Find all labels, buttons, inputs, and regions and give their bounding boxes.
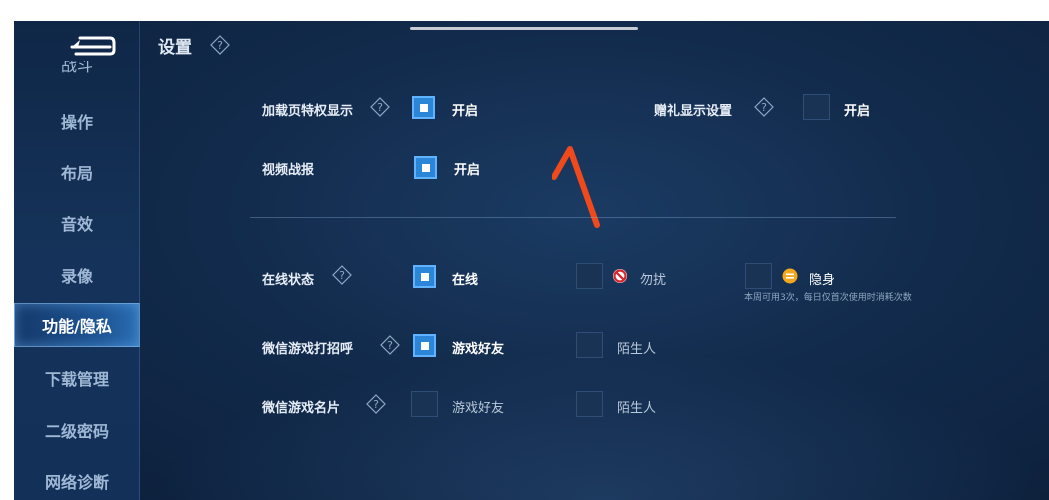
sidebar-item-network[interactable]: 网络诊断	[14, 459, 140, 500]
help-icon[interactable]: ?	[380, 335, 400, 355]
card-strangers-checkbox[interactable]	[576, 391, 603, 417]
annotation-mark	[552, 146, 600, 228]
no-disturb-option: 勿扰	[640, 273, 667, 288]
wechat-card-label: 微信游戏名片	[262, 401, 341, 416]
svg-text:?: ?	[761, 101, 767, 114]
svg-text:?: ?	[339, 269, 345, 282]
home-indicator	[410, 27, 638, 30]
invisible-option: 隐身	[809, 273, 836, 288]
help-icon[interactable]: ?	[366, 394, 386, 414]
wechat-greeting-label: 微信游戏打招呼	[262, 342, 354, 357]
help-icon[interactable]: ?	[754, 97, 774, 117]
sidebar-item-layout[interactable]: 布局	[14, 150, 140, 194]
page-title: 设置	[158, 38, 192, 58]
sidebar-item-controls[interactable]: 操作	[14, 99, 140, 143]
invisible-icon	[782, 268, 798, 284]
online-status-label: 在线状态	[262, 273, 315, 288]
svg-text:?: ?	[217, 39, 223, 52]
sidebar-item-recording[interactable]: 录像	[14, 253, 140, 297]
sidebar-item-downloads[interactable]: 下载管理	[14, 356, 140, 400]
greeting-strangers-checkbox[interactable]	[576, 332, 603, 358]
card-friends-checkbox[interactable]	[411, 391, 438, 417]
svg-text:?: ?	[377, 101, 383, 114]
loading-privilege-checkbox[interactable]	[412, 96, 435, 119]
card-friends-option: 游戏好友	[452, 401, 505, 416]
invisible-usage-note: 本周可用3次，每日仅首次使用时消耗次数	[744, 293, 912, 303]
invisible-checkbox[interactable]	[745, 263, 772, 289]
no-disturb-checkbox[interactable]	[576, 263, 603, 289]
svg-text:?: ?	[387, 339, 393, 352]
help-icon[interactable]: ?	[210, 35, 230, 55]
card-strangers-option: 陌生人	[617, 401, 657, 416]
help-icon[interactable]: ?	[370, 97, 390, 117]
gift-display-label: 赠礼显示设置	[654, 104, 733, 119]
section-divider	[250, 217, 896, 218]
help-icon[interactable]: ?	[332, 265, 352, 285]
svg-text:?: ?	[373, 398, 379, 411]
back-icon[interactable]	[66, 33, 116, 59]
greeting-strangers-option: 陌生人	[617, 342, 657, 357]
gift-display-option: 开启	[844, 104, 871, 119]
game-settings-screen: 战斗 操作 布局 音效 录像 功能/隐私 下载管理 二级密码 网络诊断 设置 ?…	[14, 21, 1049, 500]
sidebar-item-partial[interactable]: 战斗	[14, 61, 140, 77]
sidebar-item-privacy[interactable]: 功能/隐私	[14, 303, 140, 347]
greeting-friends-option: 游戏好友	[452, 342, 505, 357]
loading-privilege-label: 加载页特权显示	[262, 104, 354, 119]
video-report-label: 视频战报	[262, 163, 315, 178]
no-disturb-icon	[613, 269, 627, 283]
sidebar-item-sound[interactable]: 音效	[14, 201, 140, 245]
sidebar-item-secondary-password[interactable]: 二级密码	[14, 408, 140, 452]
greeting-friends-checkbox[interactable]	[413, 334, 436, 357]
online-option: 在线	[452, 273, 479, 288]
video-report-option: 开启	[454, 163, 481, 178]
sidebar: 战斗 操作 布局 音效 录像 功能/隐私 下载管理 二级密码 网络诊断	[14, 21, 140, 500]
loading-privilege-option: 开启	[452, 104, 479, 119]
gift-display-checkbox[interactable]	[803, 94, 830, 120]
online-checkbox[interactable]	[413, 265, 436, 288]
video-report-checkbox[interactable]	[414, 156, 437, 179]
